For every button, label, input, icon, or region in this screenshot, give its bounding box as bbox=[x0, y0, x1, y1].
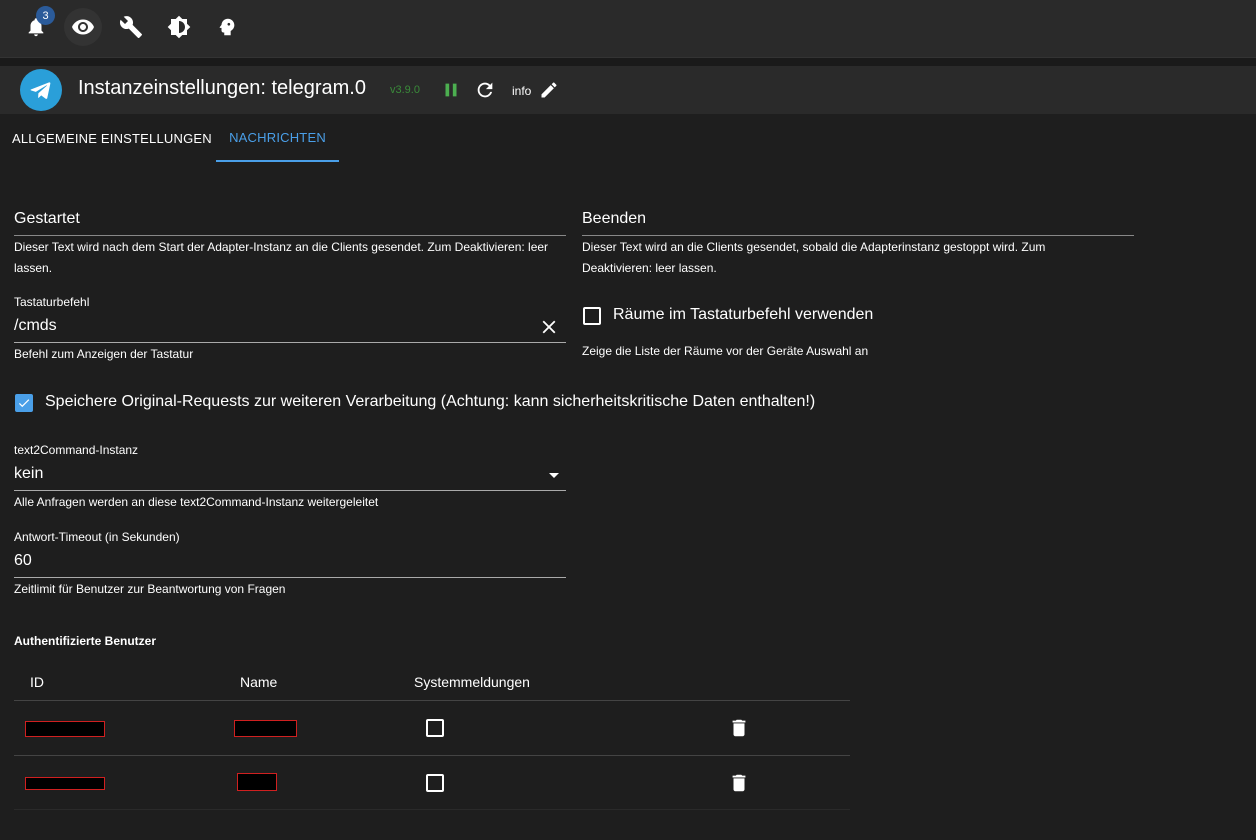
users-heading: Authentifizierte Benutzer bbox=[14, 634, 157, 648]
stopped-text-underline bbox=[582, 235, 1134, 236]
version-label: v3.9.0 bbox=[390, 84, 420, 96]
eye-icon bbox=[72, 19, 94, 35]
keyboard-command-help: Befehl zum Anzeigen der Tastatur bbox=[14, 347, 194, 361]
started-text-underline bbox=[14, 235, 566, 236]
table-bottom-divider bbox=[14, 809, 850, 810]
theme-button[interactable] bbox=[160, 8, 198, 46]
top-toolbar: 3 bbox=[0, 0, 1256, 58]
instance-header: Instanzeinstellungen: telegram.0 v3.9.0 … bbox=[0, 66, 1256, 114]
column-header-system-messages: Systemmeldungen bbox=[414, 674, 530, 690]
redacted-user-id bbox=[25, 777, 105, 790]
pencil-icon bbox=[541, 82, 557, 98]
delete-user-button[interactable] bbox=[727, 716, 751, 740]
settings-button[interactable] bbox=[112, 8, 150, 46]
stopped-text-title[interactable]: Beenden bbox=[582, 210, 646, 228]
timeout-label: Antwort-Timeout (in Sekunden) bbox=[14, 530, 180, 544]
pause-icon bbox=[445, 83, 457, 97]
trash-icon bbox=[732, 719, 746, 737]
column-header-name: Name bbox=[240, 674, 278, 690]
system-messages-checkbox[interactable] bbox=[426, 719, 444, 737]
trash-icon bbox=[732, 774, 746, 792]
text2command-help: Alle Anfragen werden an diese text2Comma… bbox=[14, 495, 379, 509]
keyboard-command-label: Tastaturbefehl bbox=[14, 295, 90, 309]
expert-head-icon bbox=[219, 18, 235, 36]
system-messages-checkbox[interactable] bbox=[426, 774, 444, 792]
keyboard-command-input[interactable]: /cmds bbox=[14, 317, 57, 335]
delete-user-button[interactable] bbox=[727, 771, 751, 795]
info-link[interactable]: info bbox=[512, 84, 531, 98]
rooms-checkbox-label[interactable]: Räume im Tastaturbefehl verwenden bbox=[613, 306, 873, 324]
clear-input-button[interactable] bbox=[537, 315, 561, 339]
keyboard-command-underline bbox=[14, 342, 566, 343]
timeout-input[interactable]: 60 bbox=[14, 552, 32, 570]
edit-button[interactable] bbox=[537, 78, 561, 102]
rooms-help: Zeige die Liste der Räume vor der Geräte… bbox=[582, 344, 869, 358]
telegram-icon bbox=[30, 82, 51, 99]
checkmark-icon bbox=[18, 399, 30, 408]
brightness-icon bbox=[167, 15, 191, 39]
pause-button[interactable] bbox=[439, 78, 463, 102]
text2command-select[interactable]: kein bbox=[14, 465, 43, 483]
notifications-button[interactable]: 3 bbox=[17, 6, 55, 46]
redacted-user-id bbox=[25, 721, 105, 737]
text2command-label: text2Command-Instanz bbox=[14, 443, 139, 457]
visibility-button[interactable] bbox=[64, 8, 102, 46]
wrench-icon bbox=[119, 16, 142, 38]
page-title: Instanzeinstellungen: telegram.0 bbox=[78, 77, 366, 99]
save-raw-label[interactable]: Speichere Original-Requests zur weiteren… bbox=[45, 393, 815, 411]
rooms-checkbox[interactable] bbox=[583, 307, 601, 325]
stopped-text-help: Dieser Text wird an die Clients gesendet… bbox=[582, 240, 1046, 275]
redacted-user-name bbox=[234, 720, 297, 737]
timeout-help: Zeitlimit für Benutzer zur Beantwortung … bbox=[14, 582, 286, 596]
tab-messages[interactable]: NACHRICHTEN bbox=[216, 114, 339, 162]
redacted-user-name bbox=[237, 773, 277, 791]
tab-general-settings[interactable]: ALLGEMEINE EINSTELLUNGEN bbox=[0, 114, 216, 162]
expert-mode-button[interactable] bbox=[208, 8, 246, 46]
restart-button[interactable] bbox=[473, 78, 497, 102]
save-raw-checkbox[interactable] bbox=[15, 394, 33, 412]
separator bbox=[0, 58, 1256, 66]
timeout-underline bbox=[14, 577, 566, 578]
text2command-underline bbox=[14, 490, 566, 491]
notification-badge: 3 bbox=[36, 6, 55, 25]
telegram-logo bbox=[20, 69, 62, 111]
close-icon bbox=[542, 320, 556, 334]
started-text-help: Dieser Text wird nach dem Start der Adap… bbox=[14, 240, 549, 275]
column-header-id: ID bbox=[30, 674, 44, 690]
refresh-icon bbox=[477, 82, 493, 98]
dropdown-arrow-icon[interactable] bbox=[549, 473, 559, 478]
started-text-title[interactable]: Gestartet bbox=[14, 210, 80, 228]
